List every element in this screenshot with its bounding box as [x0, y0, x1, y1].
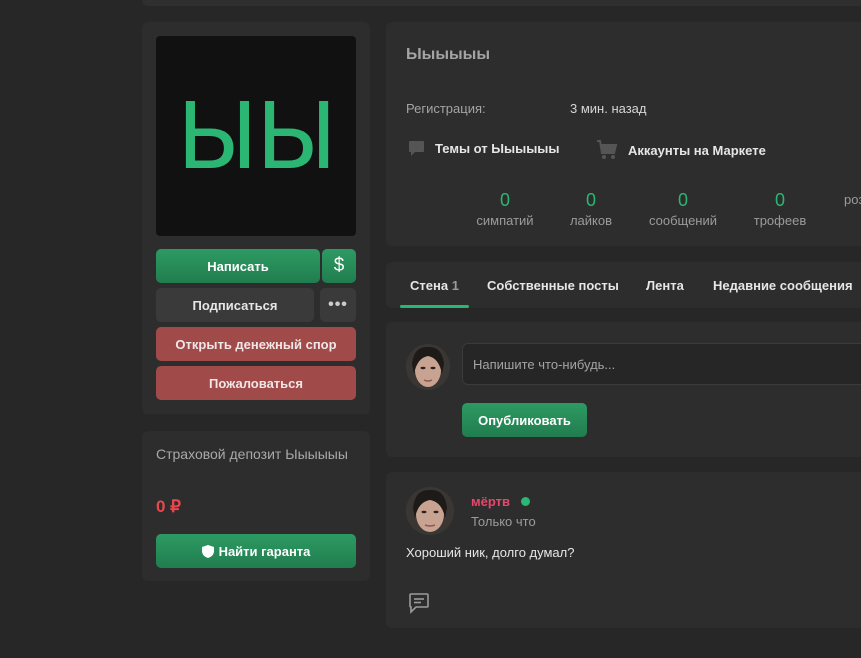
- stat-label: трофеев: [753, 213, 807, 228]
- wall-post-input[interactable]: Напишите что-нибудь...: [462, 343, 861, 385]
- stat-label: роз: [844, 192, 861, 207]
- stat-likes[interactable]: 0 лайков: [540, 190, 642, 228]
- post-author[interactable]: мёртв: [471, 494, 510, 509]
- publish-button-label: Опубликовать: [478, 412, 571, 428]
- post-time[interactable]: Только что: [471, 514, 536, 529]
- tab-own-posts-label: Собственные посты: [487, 278, 619, 293]
- write-button[interactable]: Написать: [156, 249, 320, 283]
- registration-label: Регистрация:: [406, 101, 486, 116]
- wall-post: мёртв Только что Хороший ник, долго дума…: [386, 472, 861, 628]
- online-status-dot: [521, 497, 530, 506]
- cart-icon: [597, 140, 618, 159]
- shield-icon: [201, 544, 214, 558]
- user-avatar[interactable]: [406, 344, 450, 390]
- comment-icon: [409, 593, 429, 614]
- subscribe-button-label: Подписаться: [192, 297, 278, 313]
- avatar-face-image: [406, 487, 454, 535]
- donate-button[interactable]: $: [322, 249, 356, 283]
- tab-wall[interactable]: Стена 1: [410, 278, 459, 293]
- market-link-label: Аккаунты на Маркете: [628, 142, 766, 158]
- stat-label: сообщений: [648, 213, 718, 228]
- active-tab-underline: [400, 305, 469, 308]
- deposit-title: Страховой депозит Ыыыыыы: [156, 446, 348, 462]
- tab-wall-count: 1: [451, 278, 459, 293]
- topics-link[interactable]: Темы от Ыыыыыы: [408, 140, 560, 157]
- stats-row: 0 симпатий 0 лайков 0 сообщений 0 трофее…: [470, 190, 861, 228]
- author-avatar[interactable]: [406, 487, 454, 535]
- profile-avatar[interactable]: ЫЫ: [156, 36, 356, 236]
- publish-button[interactable]: Опубликовать: [462, 403, 587, 437]
- stat-label: симпатий: [476, 213, 534, 228]
- chat-bubble-icon: [409, 141, 424, 156]
- stat-value: 0: [585, 190, 596, 210]
- profile-card: ЫЫ Написать $ Подписаться ••• Открыть де…: [142, 22, 370, 414]
- avatar-text: ЫЫ: [176, 82, 337, 190]
- subscribe-button[interactable]: Подписаться: [156, 288, 314, 322]
- dollar-icon: $: [333, 255, 345, 276]
- stat-label: лайков: [569, 213, 613, 228]
- market-link[interactable]: Аккаунты на Маркете: [596, 140, 766, 160]
- find-guarantor-label: Найти гаранта: [218, 543, 311, 559]
- post-text: Хороший ник, долго думал?: [406, 545, 575, 560]
- username-title: Ыыыыыы: [406, 46, 490, 63]
- report-button-label: Пожаловаться: [209, 375, 303, 391]
- avatar-face-image: [406, 344, 450, 390]
- tab-feed-label: Лента: [646, 278, 684, 293]
- deposit-amount: 0 ₽: [156, 497, 181, 516]
- dispute-button[interactable]: Открыть денежный спор: [156, 327, 356, 361]
- report-button[interactable]: Пожаловаться: [156, 366, 356, 400]
- stat-value: 0: [499, 190, 510, 210]
- tab-recent-messages[interactable]: Недавние сообщения: [713, 278, 853, 293]
- comment-button[interactable]: [408, 592, 430, 618]
- topics-link-label: Темы от Ыыыыыы: [435, 141, 560, 156]
- tab-own-posts[interactable]: Собственные посты: [487, 278, 619, 293]
- find-guarantor-button[interactable]: Найти гаранта: [156, 534, 356, 568]
- write-button-label: Написать: [207, 258, 269, 274]
- profile-tabs: Стена 1 Собственные посты Лента Недавние…: [386, 262, 861, 308]
- profile-info-card: Ыыыыыы Регистрация: 3 мин. назад Темы от…: [386, 22, 861, 246]
- more-dots-icon: •••: [328, 296, 348, 313]
- stat-messages[interactable]: 0 сообщений: [642, 190, 724, 228]
- wall-post-placeholder: Напишите что-нибудь...: [473, 356, 616, 372]
- stat-value: 0: [677, 190, 688, 210]
- stat-value: 0: [774, 190, 785, 210]
- stat-sympathies[interactable]: 0 симпатий: [470, 190, 540, 228]
- wall-composer: Напишите что-нибудь... Опубликовать: [386, 322, 861, 457]
- more-button[interactable]: •••: [320, 288, 356, 322]
- top-bar: [142, 0, 861, 6]
- dispute-button-label: Открыть денежный спор: [175, 336, 337, 352]
- tab-feed[interactable]: Лента: [646, 278, 684, 293]
- stat-trophies[interactable]: 0 трофеев: [724, 190, 836, 228]
- stat-partial[interactable]: роз: [836, 190, 861, 228]
- tab-recent-messages-label: Недавние сообщения: [713, 278, 853, 293]
- registration-value: 3 мин. назад: [570, 101, 647, 116]
- deposit-card: Страховой депозит Ыыыыыы 0 ₽ Найти гаран…: [142, 431, 370, 581]
- tab-wall-label: Стена: [410, 278, 449, 293]
